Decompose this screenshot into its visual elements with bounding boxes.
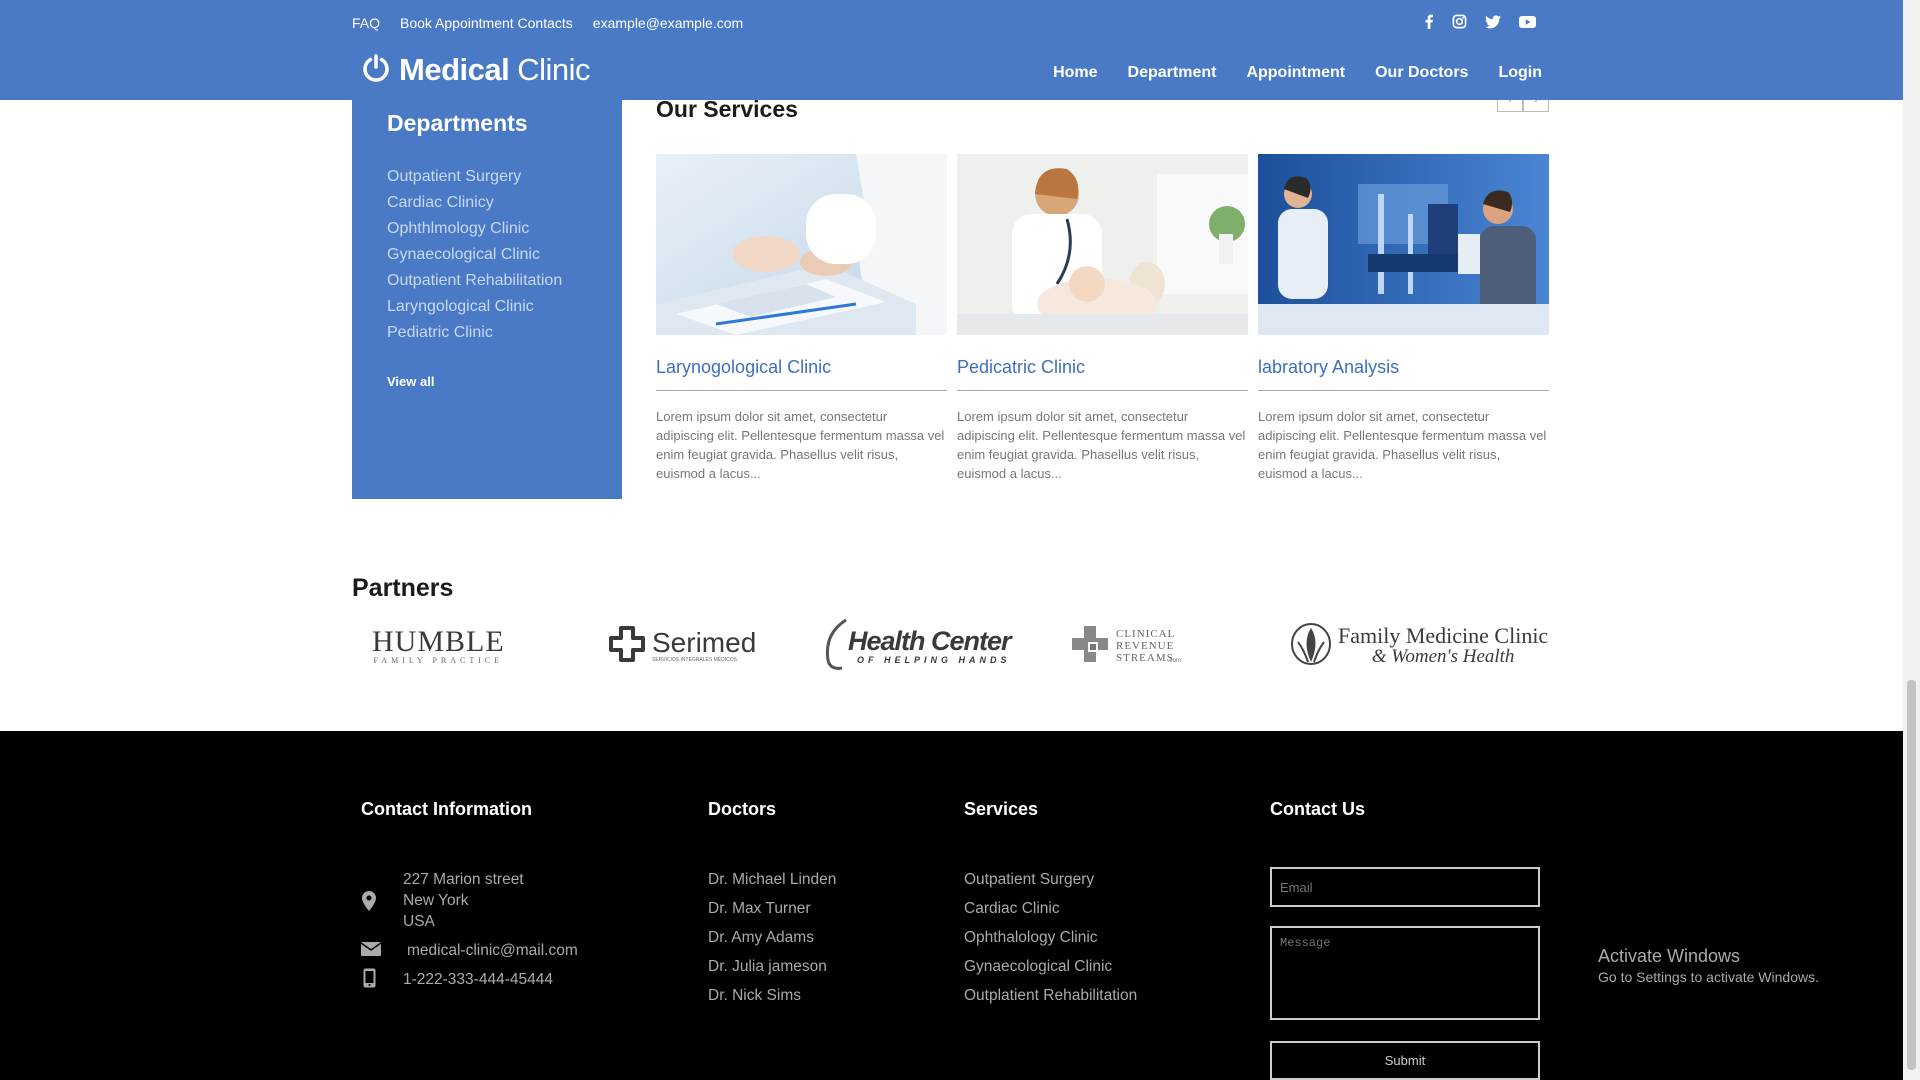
- partner-name: Serimed: [652, 627, 757, 658]
- nav-appointment[interactable]: Appointment: [1246, 64, 1345, 82]
- logo-text-bold: Medical: [399, 52, 510, 87]
- contact-info-title: Contact Information: [361, 799, 532, 819]
- location-pin-icon: [362, 891, 376, 916]
- partners-title: Partners: [352, 574, 454, 602]
- logo-text-light: Clinic: [517, 52, 591, 87]
- service-card[interactable]: Larynogological Clinic Lorem ipsum dolor…: [656, 154, 947, 483]
- service-title[interactable]: labratory Analysis: [1258, 357, 1549, 391]
- nav-our-doctors[interactable]: Our Doctors: [1375, 64, 1468, 82]
- doctor-link[interactable]: Dr. Max Turner: [708, 894, 836, 923]
- address-street: 227 Marion street: [403, 871, 524, 888]
- partner-subtitle: FAMILY PRACTICE: [373, 655, 504, 665]
- mobile-phone-icon: [363, 968, 376, 993]
- departments-title: Departments: [387, 110, 528, 136]
- service-image-typing: [656, 154, 947, 335]
- contact-phone[interactable]: 1-222-333-444-45444: [403, 969, 553, 990]
- contact-email[interactable]: medical-clinic@mail.com: [407, 940, 578, 961]
- contact-us-title: Contact Us: [1270, 799, 1366, 819]
- department-item[interactable]: Pediatric Clinic: [387, 320, 562, 346]
- site-footer: [0, 731, 1903, 1080]
- doctor-link[interactable]: Dr. Julia jameson: [708, 952, 836, 981]
- windows-activation-watermark: Activate Windows Go to Settings to activ…: [1598, 946, 1819, 985]
- email-link[interactable]: example@example.com: [593, 15, 743, 31]
- email-field[interactable]: [1270, 867, 1540, 907]
- footer-services-title: Services: [964, 799, 1039, 819]
- partner-logo-serimed[interactable]: Serimed SERVICIOS INTEGRALES MÉDICOS: [608, 616, 756, 676]
- department-item[interactable]: Laryngological Clinic: [387, 294, 562, 320]
- doctor-link[interactable]: Dr. Michael Linden: [708, 865, 836, 894]
- partner-name: HUMBLE: [372, 624, 505, 658]
- service-link[interactable]: Cardiac Clinic: [964, 894, 1137, 923]
- partner-logo-health-center[interactable]: Health Center OF HELPING HANDS: [822, 616, 1012, 677]
- department-item[interactable]: Outpatient Surgery: [387, 164, 562, 190]
- book-appointment-link[interactable]: Book Appointment Contacts: [400, 15, 573, 31]
- scrollbar-thumb[interactable]: [1907, 680, 1916, 1070]
- department-item[interactable]: Cardiac Clinicy: [387, 190, 562, 216]
- nav-home[interactable]: Home: [1053, 64, 1097, 82]
- contact-address: 227 Marion street New York USA: [403, 869, 524, 932]
- service-description: Lorem ipsum dolor sit amet, consectetur …: [656, 409, 945, 481]
- service-link[interactable]: Gynaecological Clinic: [964, 952, 1137, 981]
- partner-logo-humble[interactable]: HUMBLE FAMILY PRACTICE: [372, 616, 505, 676]
- youtube-icon[interactable]: [1519, 15, 1536, 28]
- watermark-title: Activate Windows: [1598, 946, 1741, 966]
- nav-department[interactable]: Department: [1128, 64, 1217, 82]
- partner-subtitle: SERVICIOS INTEGRALES MÉDICOS: [652, 657, 737, 663]
- site-header: FAQ Book Appointment Contacts example@ex…: [0, 0, 1903, 100]
- departments-list: Outpatient Surgery Cardiac Clinicy Ophth…: [387, 164, 562, 346]
- service-card[interactable]: labratory Analysis Lorem ipsum dolor sit…: [1258, 154, 1549, 483]
- main-nav: Home Department Appointment Our Doctors …: [1053, 64, 1542, 82]
- faq-link[interactable]: FAQ: [352, 15, 380, 31]
- department-item[interactable]: Gynaecological Clinic: [387, 242, 562, 268]
- departments-panel: Departments Outpatient Surgery Cardiac C…: [352, 100, 622, 499]
- service-link[interactable]: Outplatient Rehabilitation: [964, 981, 1137, 1010]
- services-title: Our Services: [656, 96, 798, 122]
- department-item[interactable]: Ophthlmology Clinic: [387, 216, 562, 242]
- clinical-cross-icon: [1070, 624, 1110, 669]
- partner-logo-clinical-revenue[interactable]: CLINICAL REVENUE STREAMS .com: [1070, 616, 1181, 676]
- partner-name: Health Center: [848, 626, 1012, 656]
- partner-subtitle: .com: [1168, 658, 1182, 664]
- doctor-link[interactable]: Dr. Nick Sims: [708, 981, 836, 1010]
- message-field[interactable]: [1270, 926, 1540, 1020]
- top-bar: FAQ Book Appointment Contacts example@ex…: [352, 15, 743, 31]
- partner-subtitle: & Women's Health: [1371, 646, 1515, 667]
- social-links: [1424, 14, 1536, 29]
- footer-services-list: Outpatient Surgery Cardiac Clinic Ophtha…: [964, 865, 1137, 1010]
- family-medicine-leaf-icon: [1290, 622, 1332, 671]
- serimed-cross-icon: [608, 625, 646, 668]
- submit-button[interactable]: Submit: [1270, 1041, 1540, 1080]
- service-image-pediatric: [957, 154, 1248, 335]
- service-description: Lorem ipsum dolor sit amet, consectetur …: [957, 409, 1246, 481]
- department-item[interactable]: Outpatient Rehabilitation: [387, 268, 562, 294]
- service-card[interactable]: Pedicatric Clinic Lorem ipsum dolor sit …: [957, 154, 1248, 483]
- partner-logo-family-medicine[interactable]: Family Medicine Clinic & Women's Health: [1290, 616, 1548, 676]
- service-title[interactable]: Pedicatric Clinic: [957, 357, 1248, 391]
- service-title[interactable]: Larynogological Clinic: [656, 357, 947, 391]
- envelope-icon: [360, 942, 382, 961]
- watermark-subtitle: Go to Settings to activate Windows.: [1598, 969, 1819, 985]
- twitter-icon[interactable]: [1485, 14, 1501, 29]
- doctors-list: Dr. Michael Linden Dr. Max Turner Dr. Am…: [708, 865, 836, 1010]
- partner-subtitle: OF HELPING HANDS: [857, 655, 1011, 665]
- view-all-link[interactable]: View all: [387, 374, 434, 389]
- service-description: Lorem ipsum dolor sit amet, consectetur …: [1258, 409, 1547, 481]
- site-logo[interactable]: Medical Clinic: [361, 52, 591, 88]
- address-country: USA: [403, 913, 435, 930]
- nav-login[interactable]: Login: [1498, 64, 1542, 82]
- logo-power-icon: [361, 53, 391, 88]
- doctor-link[interactable]: Dr. Amy Adams: [708, 923, 836, 952]
- service-image-laboratory: [1258, 154, 1549, 335]
- service-link[interactable]: Outpatient Surgery: [964, 865, 1137, 894]
- address-city: New York: [403, 892, 469, 909]
- partner-name: Family Medicine Clinic: [1338, 623, 1549, 648]
- facebook-icon[interactable]: [1424, 14, 1434, 29]
- doctors-title: Doctors: [708, 799, 777, 819]
- page-scrollbar[interactable]: [1903, 0, 1920, 1080]
- instagram-icon[interactable]: [1452, 14, 1467, 29]
- health-center-swoosh-icon: [822, 616, 848, 677]
- service-link[interactable]: Ophthalology Clinic: [964, 923, 1137, 952]
